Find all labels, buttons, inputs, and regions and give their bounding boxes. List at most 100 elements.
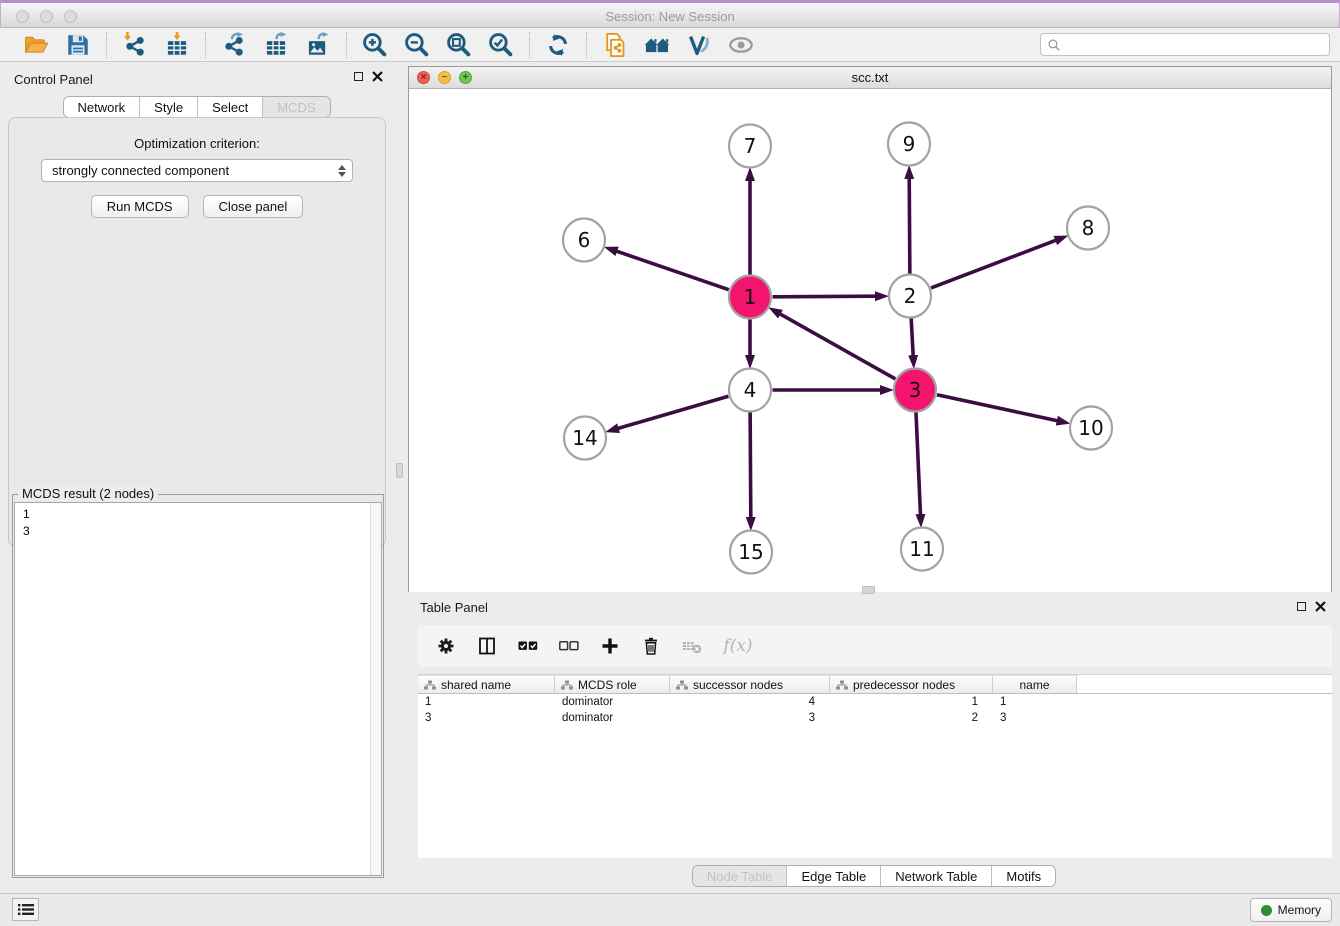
home-button[interactable] [643,31,671,59]
graph-edge-4-14[interactable] [618,396,728,428]
delete-column-button[interactable] [639,634,663,658]
graph-node-11[interactable]: 11 [901,528,943,571]
tab-edge-table[interactable]: Edge Table [787,866,881,886]
tab-style[interactable]: Style [140,97,198,117]
criterion-dropdown[interactable]: strongly connected component [41,159,353,182]
mcds-tab-content: Optimization criterion: strongly connect… [8,117,386,547]
cell-MCDS-role[interactable]: dominator [555,694,670,710]
tab-select[interactable]: Select [198,97,263,117]
table-row-1[interactable]: 1dominator411 [418,694,1332,710]
table-panel: Table Panel f(x) shared nameMCDS rolesuc… [408,596,1340,893]
cell-name[interactable]: 3 [993,710,1077,726]
zoom-out-icon [404,32,430,58]
zoom-selected-icon [488,32,514,58]
panel-divider-grip[interactable] [396,463,403,478]
main-toolbar [0,28,1340,62]
graph-edge-2-8[interactable] [931,240,1056,288]
graph-edge-1-6[interactable] [617,251,729,289]
node-table: shared name MCDS rolesuccessor nodesprede… [418,674,1332,858]
export-image-button[interactable] [304,31,332,59]
cell-shared-name[interactable]: 1 [418,694,555,710]
control-panel-float-icon[interactable] [354,72,363,81]
graph-node-9[interactable]: 9 [888,123,930,166]
cell-MCDS-role[interactable]: dominator [555,710,670,726]
close-panel-button[interactable]: Close panel [203,195,304,218]
zoom-out-button[interactable] [403,31,431,59]
network-window-title: scc.txt [409,70,1331,85]
cell-successor-nodes[interactable]: 4 [670,694,830,710]
cyndex-button[interactable] [685,31,713,59]
zoom-fit-button[interactable] [445,31,473,59]
tab-network[interactable]: Network [63,97,140,117]
graph-edge-3-10[interactable] [937,395,1057,421]
table-panel-float-icon[interactable] [1297,602,1306,611]
add-column-button[interactable] [598,634,622,658]
tab-network-table[interactable]: Network Table [881,866,992,886]
mcds-result-text[interactable]: 1 3 [14,502,382,876]
export-network-button[interactable] [220,31,248,59]
show-graphics-details-button[interactable] [727,31,755,59]
column-header-predecessor-nodes[interactable]: predecessor nodes [830,675,993,693]
search-input[interactable] [1065,38,1323,52]
graph-edge-2-3[interactable] [911,318,913,355]
clone-network-icon [602,32,628,58]
graph-edge-3-11[interactable] [916,412,920,514]
graph-node-8[interactable]: 8 [1067,207,1109,250]
select-all-button[interactable] [516,634,540,658]
zoom-in-button[interactable] [361,31,389,59]
graph-node-6[interactable]: 6 [563,219,605,262]
open-session-button[interactable] [22,31,50,59]
deselect-all-button[interactable] [557,634,581,658]
graph-node-14[interactable]: 14 [564,417,606,460]
split-columns-button[interactable] [475,634,499,658]
cell-predecessor-nodes[interactable]: 2 [830,710,993,726]
cell-name[interactable]: 1 [993,694,1077,710]
graph-node-4[interactable]: 4 [729,369,771,412]
tab-mcds[interactable]: MCDS [263,97,329,117]
graph-node-2[interactable]: 2 [889,275,931,318]
task-history-button[interactable] [12,898,39,921]
network-canvas[interactable]: 7 9 6 8 1 2 4 3 14 10 15 11 [409,89,1331,592]
column-header-label: shared name [441,678,511,692]
import-network-button[interactable] [121,31,149,59]
import-table-button[interactable] [163,31,191,59]
graph-edge-1-2[interactable] [772,296,875,297]
column-header-MCDS-role[interactable]: MCDS role [555,675,670,693]
cell-successor-nodes[interactable]: 3 [670,710,830,726]
column-header-shared-name[interactable]: shared name [418,675,555,693]
result-scrollbar[interactable] [370,503,381,875]
export-table-button[interactable] [262,31,290,59]
graph-node-7[interactable]: 7 [729,125,771,168]
graph-node-10[interactable]: 10 [1070,407,1112,450]
cell-shared-name[interactable]: 3 [418,710,555,726]
control-panel-close-icon[interactable] [372,71,383,82]
graph-node-15[interactable]: 15 [730,531,772,574]
graph-edge-4-15[interactable] [750,412,751,517]
graph-node-3[interactable]: 3 [894,369,936,412]
table-row-2[interactable]: 3dominator323 [418,710,1332,726]
save-session-icon [65,32,91,58]
network-graph[interactable]: 7 9 6 8 1 2 4 3 14 10 15 11 [409,89,1331,592]
graph-edge-3-1[interactable] [780,314,895,379]
zoom-selected-button[interactable] [487,31,515,59]
column-header-name[interactable]: name [993,675,1077,693]
tab-node-table[interactable]: Node Table [693,866,788,886]
table-panel-close-icon[interactable] [1315,601,1326,612]
svg-text:4: 4 [744,378,757,402]
gear-button[interactable] [434,634,458,658]
graph-edge-2-9[interactable] [909,178,910,273]
search-field[interactable] [1040,33,1330,56]
tab-motifs[interactable]: Motifs [992,866,1055,886]
network-scroll-grip[interactable] [862,586,875,594]
control-panel-title: Control Panel [14,72,93,87]
save-session-button[interactable] [64,31,92,59]
clone-network-button[interactable] [601,31,629,59]
network-window-titlebar[interactable]: × − + scc.txt [409,67,1331,89]
memory-button[interactable]: Memory [1250,898,1332,922]
column-header-successor-nodes[interactable]: successor nodes [670,675,830,693]
refresh-layout-button[interactable] [544,31,572,59]
svg-text:15: 15 [738,540,763,564]
graph-node-1[interactable]: 1 [729,276,771,319]
cell-predecessor-nodes[interactable]: 1 [830,694,993,710]
run-mcds-button[interactable]: Run MCDS [91,195,189,218]
